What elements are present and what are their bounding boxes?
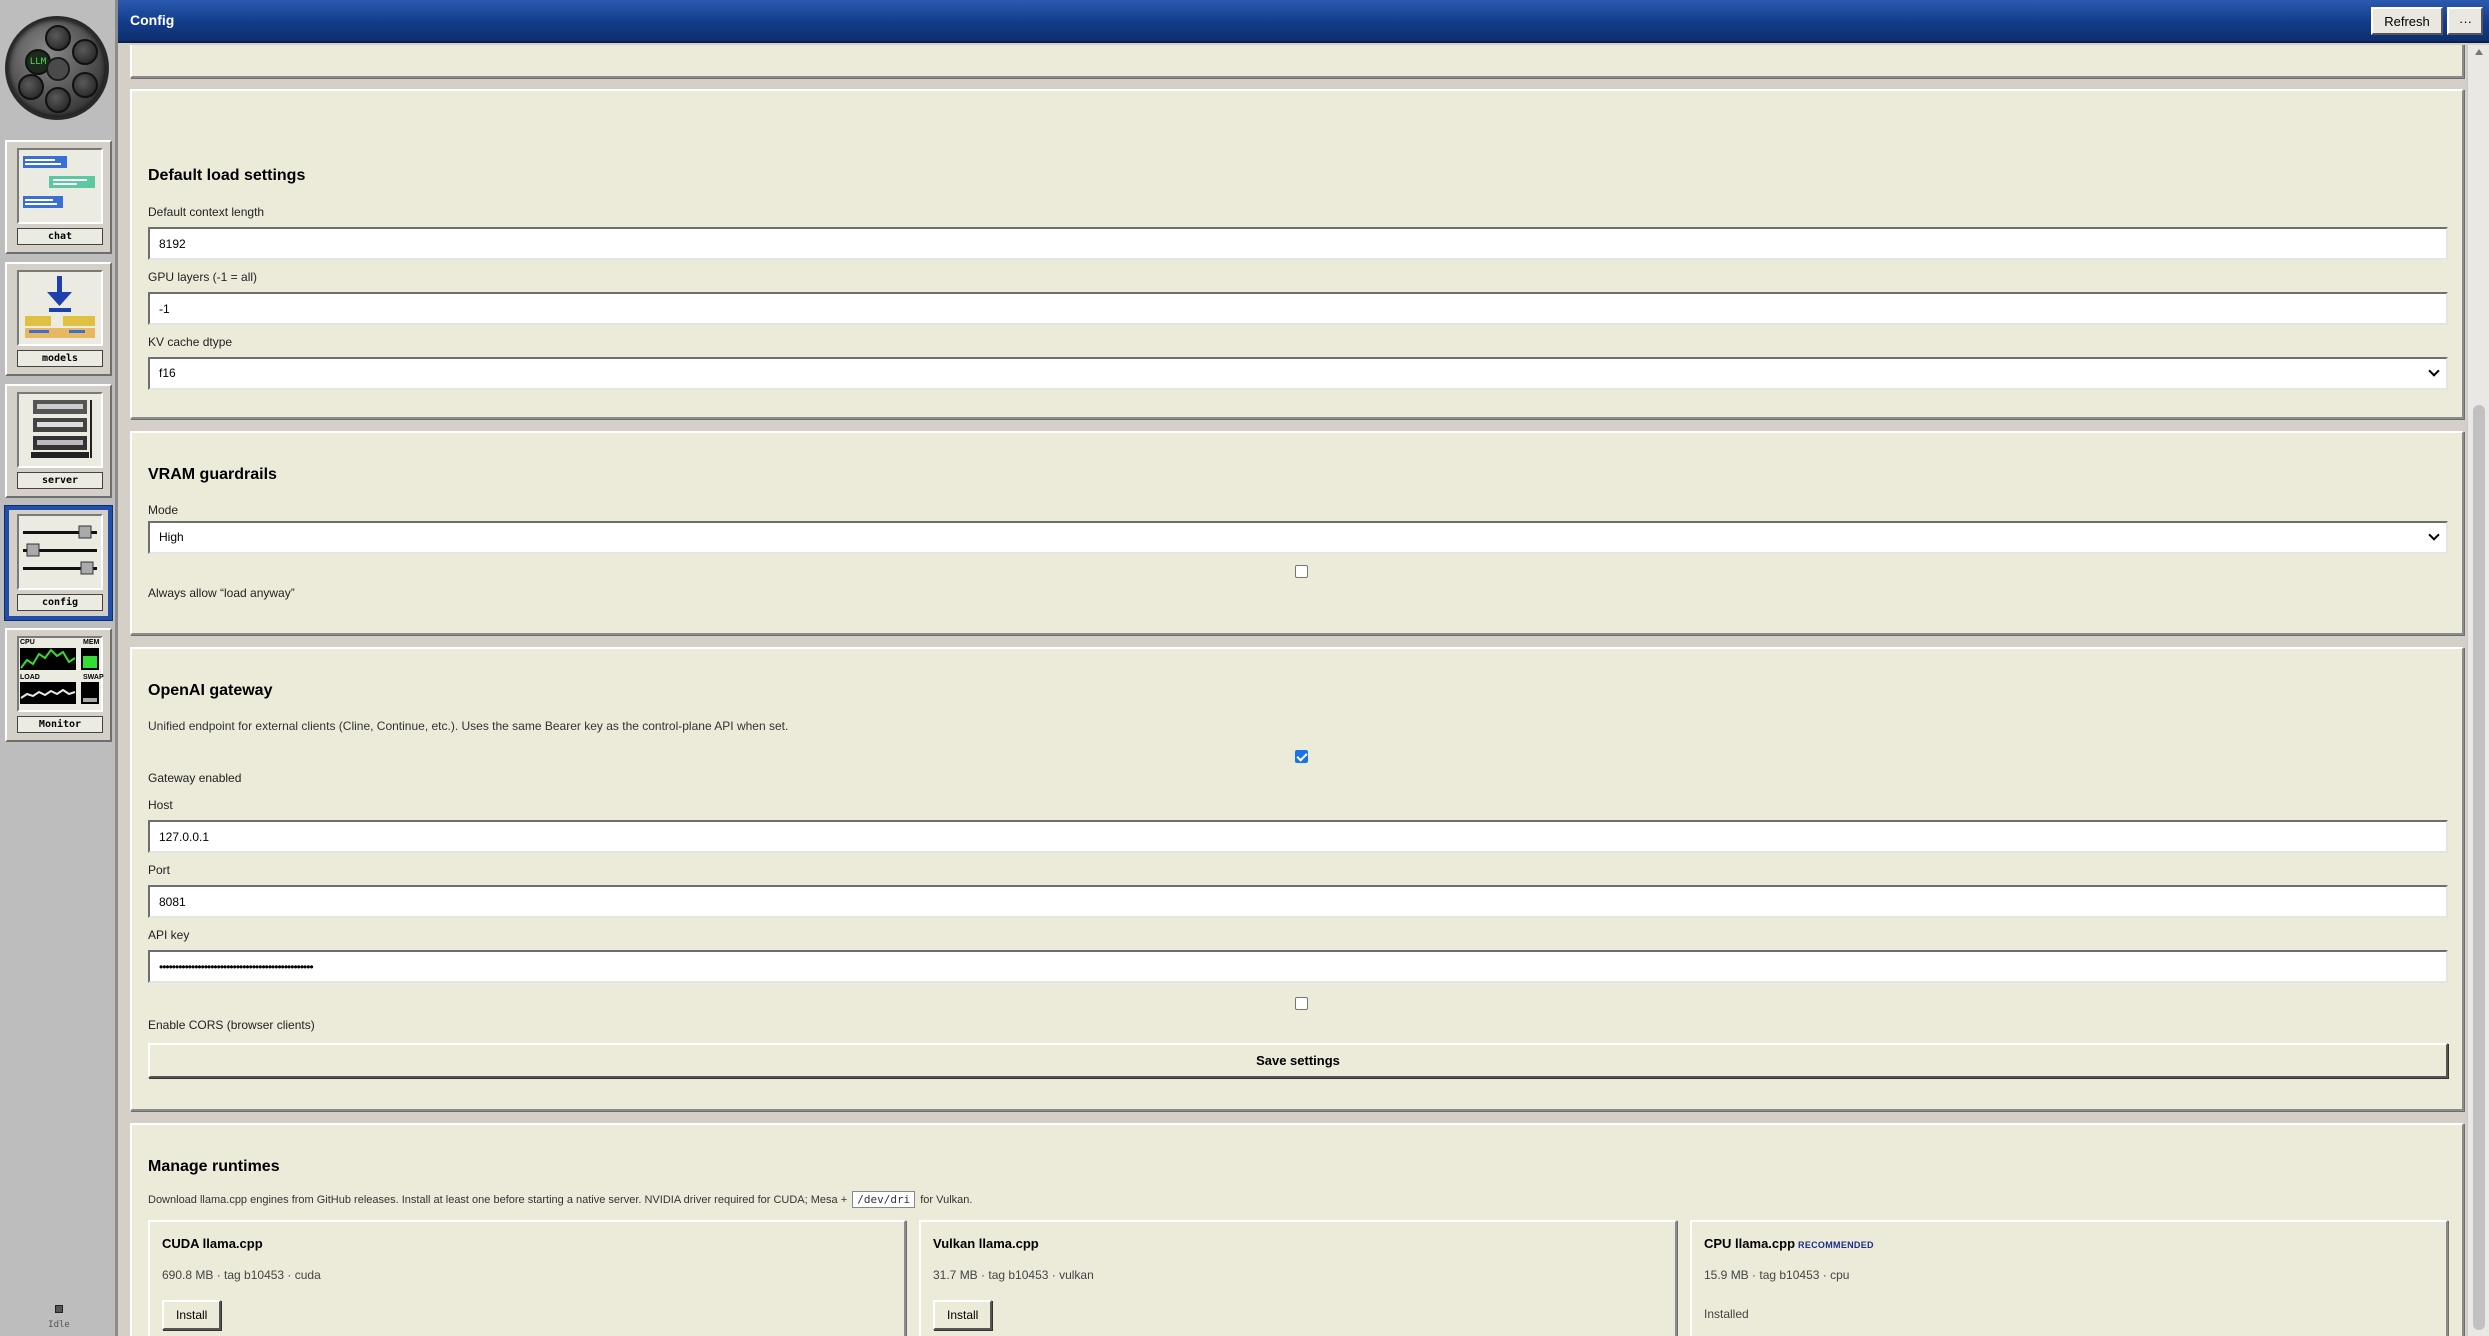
runtime-name-text: CPU llama.cpp: [1704, 1236, 1796, 1251]
sidebar-item-server[interactable]: server: [5, 384, 112, 498]
page-title: Config: [130, 12, 175, 28]
status-indicator: Idle: [0, 1300, 118, 1330]
monitor-icon: CPU MEM LOAD SWAP: [17, 636, 104, 712]
monitor-mem-label: MEM: [83, 639, 100, 646]
save-settings-button[interactable]: Save settings: [148, 1043, 2448, 1078]
gpu-layers-input[interactable]: [148, 292, 2448, 325]
app-logo: LLM: [5, 16, 109, 120]
enable-cors-checkbox[interactable]: [1295, 997, 1308, 1010]
status-dot-icon: [55, 1305, 63, 1313]
context-length-label: Default context length: [148, 205, 265, 219]
host-label: Host: [148, 798, 173, 812]
monitor-swap-label: SWAP: [83, 674, 104, 681]
runtime-name: Vulkan llama.cpp: [933, 1236, 1039, 1251]
context-length-input[interactable]: [148, 227, 2448, 260]
section-title: VRAM guardrails: [148, 466, 277, 483]
models-icon: [17, 270, 103, 346]
server-icon: [17, 392, 103, 468]
config-icon: [17, 514, 103, 590]
runtimes-desc-text: Download llama.cpp engines from GitHub r…: [148, 1194, 848, 1206]
monitor-load-label: LOAD: [20, 674, 40, 681]
sidebar-item-label: server: [17, 472, 103, 489]
enable-cors-label: Enable CORS (browser clients): [148, 1018, 315, 1032]
runtime-card-cpu: CPU llama.cpp RECOMMENDED 15.9 MB · tag b…: [1690, 1220, 2448, 1336]
install-vulkan-button[interactable]: Install: [933, 1300, 993, 1330]
runtimes-description: Download llama.cpp engines from GitHub r…: [148, 1191, 973, 1208]
more-options-button[interactable]: ···: [2447, 7, 2483, 35]
allow-load-anyway-checkbox[interactable]: [1295, 565, 1308, 578]
port-label: Port: [148, 863, 171, 877]
port-input[interactable]: [148, 885, 2448, 918]
chevron-down-icon: [2428, 365, 2440, 377]
mode-select[interactable]: High: [148, 521, 2448, 554]
sidebar-item-config[interactable]: config: [4, 505, 113, 621]
sidebar-item-monitor[interactable]: CPU MEM LOAD SWAP Monitor: [5, 628, 112, 742]
runtime-name: CPU llama.cpp RECOMMENDED: [1704, 1236, 1874, 1251]
recommended-badge: RECOMMENDED: [1798, 1240, 1874, 1250]
chevron-down-icon: [2428, 529, 2440, 541]
allow-load-anyway-label: Always allow “load anyway”: [148, 586, 295, 600]
gpu-layers-label: GPU layers (-1 = all): [148, 270, 258, 284]
section-title: Default load settings: [148, 167, 306, 184]
runtime-name-text: CUDA llama.cpp: [162, 1236, 263, 1251]
title-bar: Config Refresh ···: [118, 0, 2489, 43]
installed-status: Installed: [1704, 1307, 1749, 1321]
gateway-enabled-label: Gateway enabled: [148, 771, 242, 785]
runtime-meta: 690.8 MB · tag b10453 · cuda: [162, 1268, 321, 1282]
refresh-button[interactable]: Refresh: [2371, 7, 2443, 35]
runtime-name-text: Vulkan llama.cpp: [933, 1236, 1039, 1251]
runtimes-desc-suffix: for Vulkan.: [920, 1194, 973, 1206]
sidebar-item-chat[interactable]: chat: [5, 140, 112, 254]
runtime-meta: 15.9 MB · tag b10453 · cpu: [1704, 1268, 1850, 1282]
sidebar-item-label: models: [17, 350, 103, 367]
install-cuda-button[interactable]: Install: [162, 1300, 222, 1330]
runtime-card-vulkan: Vulkan llama.cpp 31.7 MB · tag b10453 · …: [919, 1220, 1677, 1336]
scrollbar[interactable]: [2467, 45, 2489, 1336]
runtime-name: CUDA llama.cpp: [162, 1236, 263, 1251]
api-key-label: API key: [148, 928, 190, 942]
config-content: Default load settings Default context le…: [118, 45, 2467, 1336]
dev-dri-code: /dev/dri: [852, 1191, 916, 1208]
load-settings-card: Default load settings Default context le…: [130, 89, 2464, 419]
section-title: Manage runtimes: [148, 1158, 280, 1175]
chat-icon: [17, 148, 103, 224]
scrollbar-thumb[interactable]: [2473, 405, 2485, 1330]
kv-cache-select[interactable]: f16: [148, 357, 2448, 390]
previous-section-card: [130, 45, 2464, 78]
kv-cache-value: f16: [159, 366, 176, 380]
gateway-enabled-checkbox[interactable]: [1295, 750, 1308, 763]
sidebar-item-models[interactable]: models: [5, 262, 112, 376]
status-text: Idle: [48, 1320, 70, 1330]
gateway-description: Unified endpoint for external clients (C…: [148, 719, 789, 733]
runtime-meta: 31.7 MB · tag b10453 · vulkan: [933, 1268, 1094, 1282]
host-input[interactable]: [148, 820, 2448, 853]
runtime-card-cuda: CUDA llama.cpp 690.8 MB · tag b10453 · c…: [148, 1220, 906, 1336]
sidebar: LLM chat models server config CPU MEM LO…: [0, 0, 118, 1336]
sidebar-item-label: chat: [17, 228, 103, 245]
kv-cache-label: KV cache dtype: [148, 335, 233, 349]
sidebar-item-label: Monitor: [17, 716, 103, 733]
monitor-cpu-label: CPU: [20, 639, 35, 646]
scroll-up-icon[interactable]: [2475, 49, 2483, 55]
mode-value: High: [159, 530, 184, 544]
sidebar-item-label: config: [17, 594, 103, 611]
mode-label: Mode: [148, 503, 179, 517]
vram-guardrails-card: VRAM guardrails Mode High Always allow “…: [130, 431, 2464, 635]
openai-gateway-card: OpenAI gateway Unified endpoint for exte…: [130, 647, 2464, 1111]
manage-runtimes-card: Manage runtimes Download llama.cpp engin…: [130, 1123, 2464, 1336]
api-key-input[interactable]: [148, 950, 2448, 983]
section-title: OpenAI gateway: [148, 682, 273, 699]
